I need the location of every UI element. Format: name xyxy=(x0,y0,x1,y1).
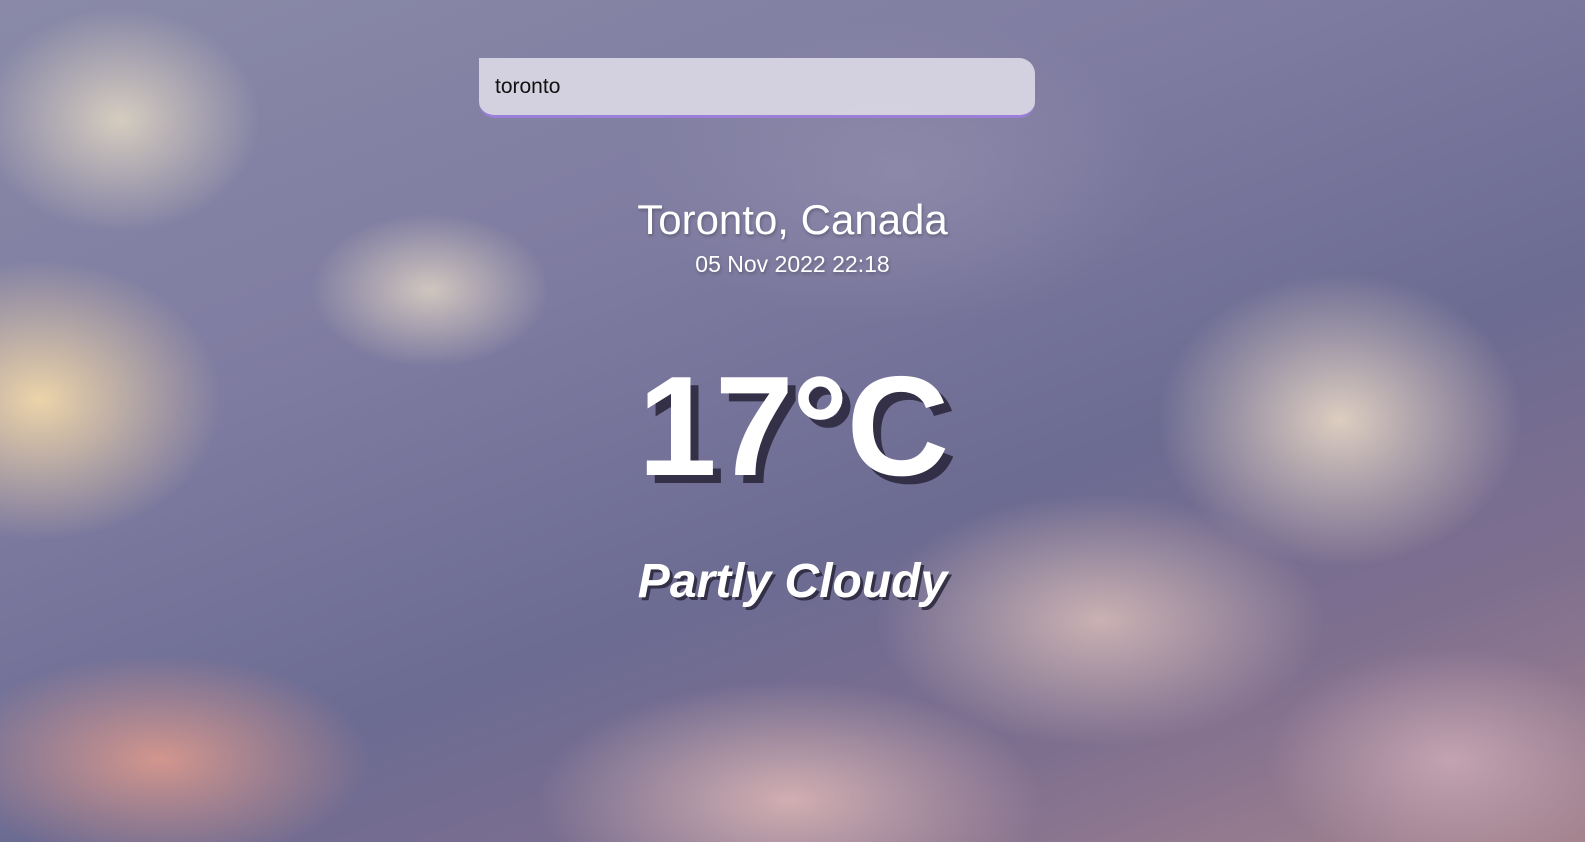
search-input[interactable] xyxy=(479,58,1035,118)
date-time: 05 Nov 2022 22:18 xyxy=(695,251,890,277)
temperature: 17°C xyxy=(637,347,949,506)
location-box: Toronto, Canada 05 Nov 2022 22:18 xyxy=(0,196,1585,278)
location-name: Toronto, Canada xyxy=(637,196,948,243)
weather-condition: Partly Cloudy xyxy=(637,555,948,608)
